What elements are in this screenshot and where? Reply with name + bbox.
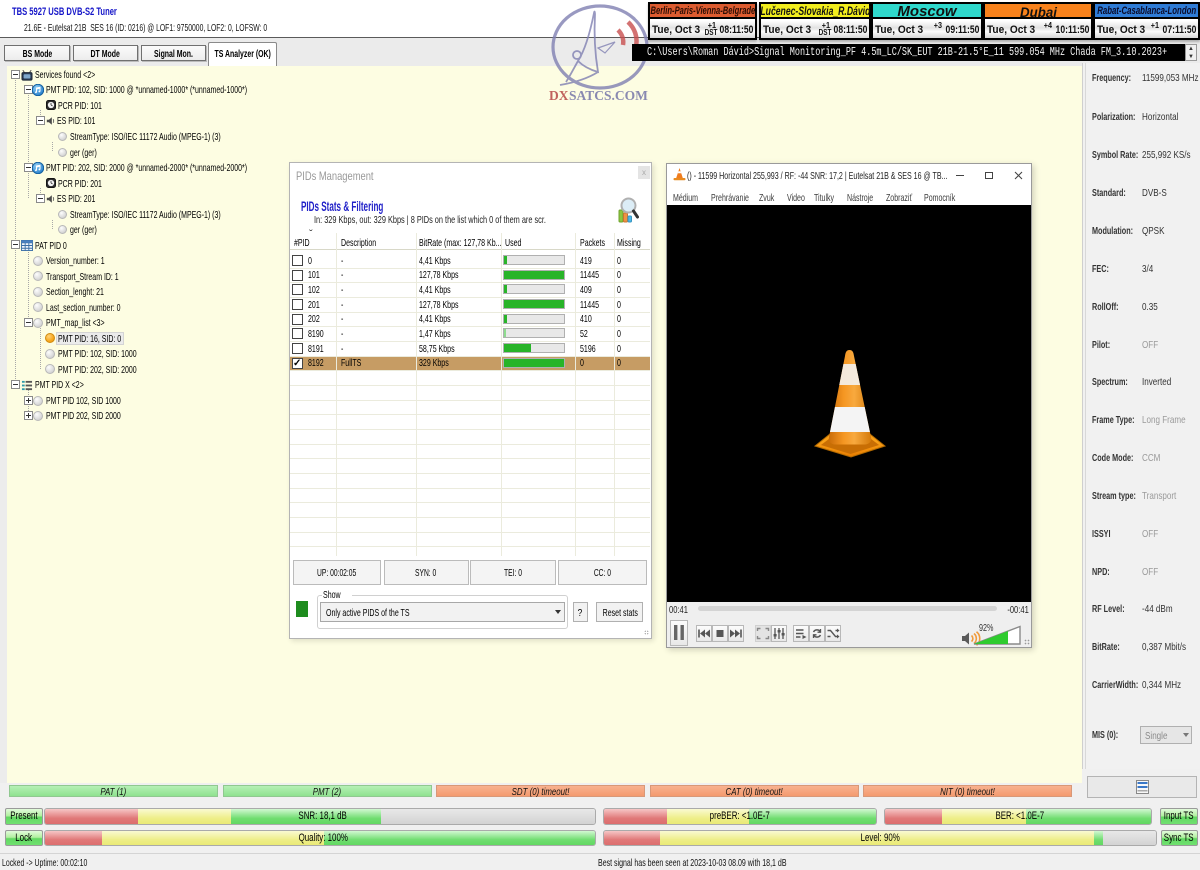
svg-text:DX: DX (549, 88, 569, 102)
svg-text:SATCS.COM: SATCS.COM (569, 88, 648, 102)
